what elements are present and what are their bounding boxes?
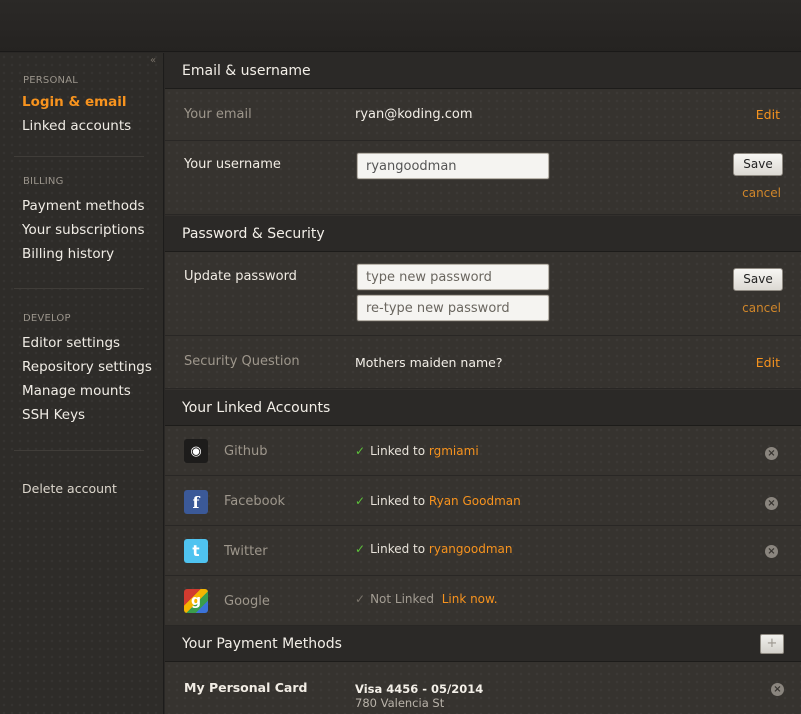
email-row: Your email ryan@koding.com Edit <box>165 89 801 141</box>
link-status: ✓ Linked to rgmiami <box>355 444 479 458</box>
save-username-button[interactable]: Save <box>733 153 783 176</box>
unlink-close-icon[interactable]: × <box>765 447 778 460</box>
update-password-label: Update password <box>184 269 297 284</box>
section-title: Email & username <box>182 63 311 79</box>
username-row: Your username Save cancel <box>165 141 801 215</box>
email-label: Your email <box>184 107 252 122</box>
username-input[interactable] <box>357 153 549 179</box>
twitter-icon: t <box>184 539 208 563</box>
check-icon: ✓ <box>355 542 366 556</box>
section-title: Password & Security <box>182 226 325 242</box>
retype-password-input[interactable] <box>357 295 549 321</box>
link-now-link[interactable]: Link now. <box>442 592 498 606</box>
cancel-password-link[interactable]: cancel <box>742 301 781 315</box>
sidebar-heading-billing: BILLING <box>23 176 64 187</box>
sidebar-item-linked-accounts[interactable]: Linked accounts <box>22 118 131 134</box>
service-name: Facebook <box>224 494 286 509</box>
sidebar-item-payment-methods[interactable]: Payment methods <box>22 198 145 214</box>
link-status: ✓ Not Linked Link now. <box>355 592 498 606</box>
not-linked-status: Not Linked <box>370 592 435 606</box>
linked-accounts-section-header: Your Linked Accounts <box>165 390 801 426</box>
security-question-value: Mothers maiden name? <box>355 355 503 370</box>
sidebar-item-ssh-keys[interactable]: SSH Keys <box>22 407 85 423</box>
card-label: My Personal Card <box>184 680 308 695</box>
sidebar-divider <box>14 156 144 157</box>
linked-username-link[interactable]: Ryan Goodman <box>429 494 521 508</box>
linked-account-row: t Twitter ✓ Linked to ryangoodman × <box>165 526 801 576</box>
add-payment-method-button[interactable]: + <box>760 634 784 654</box>
remove-card-close-icon[interactable]: × <box>771 683 784 696</box>
card-address: 780 Valencia St <box>355 696 445 710</box>
sidebar-item-repository-settings[interactable]: Repository settings <box>22 359 152 375</box>
email-value: ryan@koding.com <box>355 107 473 122</box>
unlink-close-icon[interactable]: × <box>765 545 778 558</box>
check-icon: ✓ <box>355 494 366 508</box>
section-title: Your Payment Methods <box>182 636 342 652</box>
facebook-icon: f <box>184 490 208 514</box>
link-status: ✓ Linked to Ryan Goodman <box>355 494 521 508</box>
new-password-input[interactable] <box>357 264 549 290</box>
password-section-header: Password & Security <box>165 216 801 252</box>
username-label: Your username <box>184 157 281 172</box>
unlink-close-icon[interactable]: × <box>765 497 778 510</box>
sidebar-item-your-subscriptions[interactable]: Your subscriptions <box>22 222 145 238</box>
linked-prefix: Linked to <box>370 444 426 458</box>
sidebar-heading-develop: DEVELOP <box>23 313 71 324</box>
linked-account-row: ◉ Github ✓ Linked to rgmiami × <box>165 426 801 476</box>
sidebar-item-billing-history[interactable]: Billing history <box>22 246 114 262</box>
service-name: Google <box>224 594 270 609</box>
collapse-sidebar-icon[interactable]: « <box>150 55 156 66</box>
settings-sidebar: « PERSONAL Login & email Linked accounts… <box>0 53 164 714</box>
check-icon: ✓ <box>355 444 366 458</box>
service-name: Github <box>224 444 268 459</box>
sidebar-heading-personal: PERSONAL <box>23 75 79 86</box>
sidebar-divider <box>14 450 144 451</box>
edit-email-link[interactable]: Edit <box>756 107 780 122</box>
sidebar-item-manage-mounts[interactable]: Manage mounts <box>22 383 131 399</box>
cancel-username-link[interactable]: cancel <box>742 186 781 200</box>
google-icon: g <box>184 589 208 613</box>
edit-security-question-link[interactable]: Edit <box>756 355 780 370</box>
github-icon: ◉ <box>184 439 208 463</box>
sidebar-item-login-email[interactable]: Login & email <box>22 94 127 110</box>
email-section-header: Email & username <box>165 53 801 89</box>
linked-username-link[interactable]: rgmiami <box>429 444 479 458</box>
linked-prefix: Linked to <box>370 494 426 508</box>
service-name: Twitter <box>224 544 268 559</box>
linked-username-link[interactable]: ryangoodman <box>429 542 513 556</box>
link-status: ✓ Linked to ryangoodman <box>355 542 512 556</box>
settings-main: Email & username Your email ryan@koding.… <box>165 53 801 714</box>
card-value: Visa 4456 - 05/2014 <box>355 682 484 696</box>
update-password-row: Update password Save cancel <box>165 252 801 336</box>
check-icon: ✓ <box>355 592 366 606</box>
delete-account-link[interactable]: Delete account <box>22 481 117 496</box>
linked-prefix: Linked to <box>370 542 426 556</box>
save-password-button[interactable]: Save <box>733 268 783 291</box>
linked-account-row: f Facebook ✓ Linked to Ryan Goodman × <box>165 476 801 526</box>
section-title: Your Linked Accounts <box>182 400 331 416</box>
top-bar <box>0 0 801 52</box>
payment-methods-section-header: Your Payment Methods + <box>165 626 801 662</box>
security-question-label: Security Question <box>184 354 300 369</box>
linked-account-row: g Google ✓ Not Linked Link now. <box>165 576 801 626</box>
security-question-row: Security Question Mothers maiden name? E… <box>165 336 801 389</box>
sidebar-item-editor-settings[interactable]: Editor settings <box>22 335 120 351</box>
sidebar-divider <box>14 288 144 289</box>
payment-method-row: My Personal Card Visa 4456 - 05/2014 780… <box>165 662 801 714</box>
